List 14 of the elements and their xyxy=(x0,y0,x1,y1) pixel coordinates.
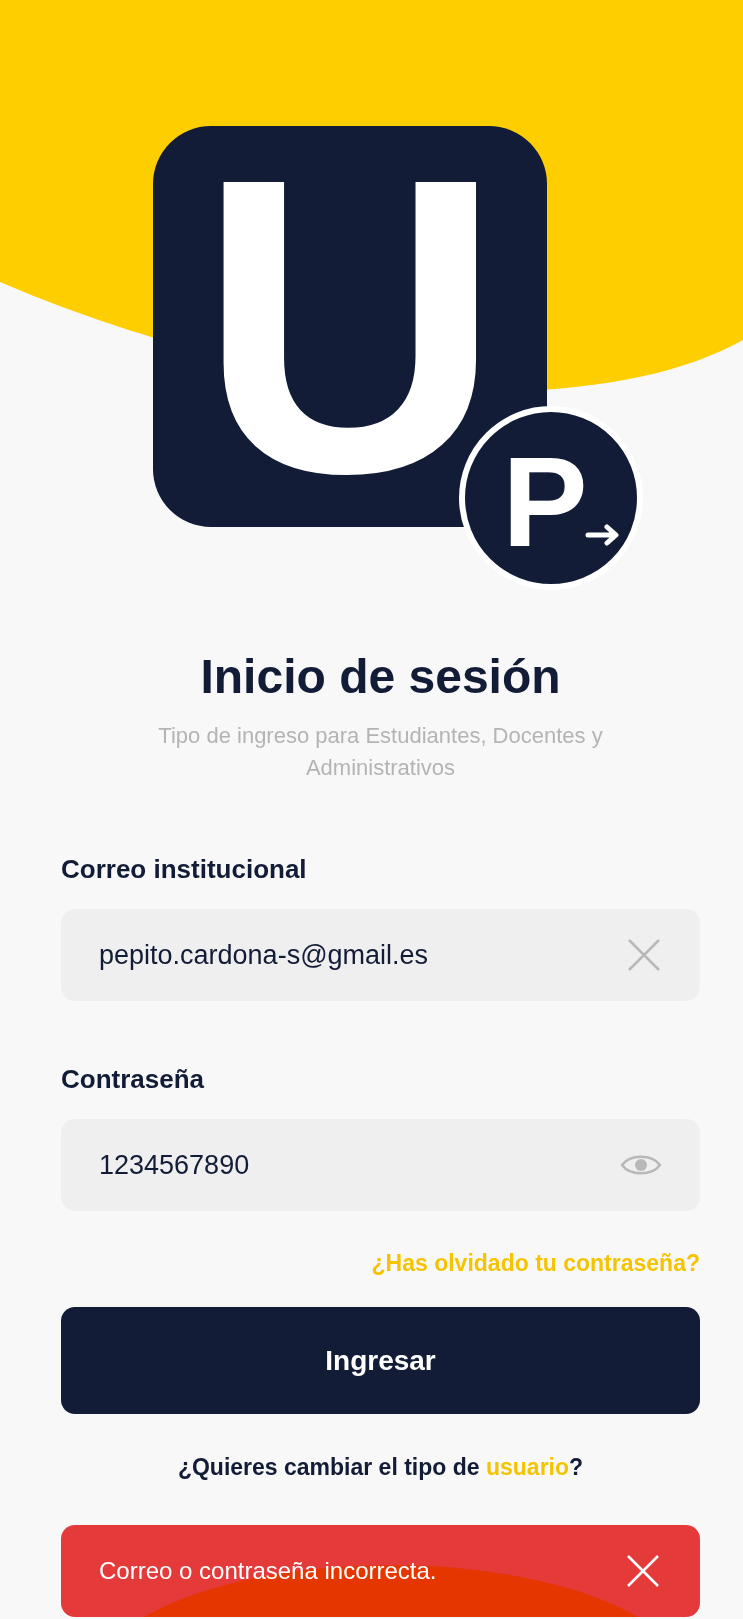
close-icon[interactable] xyxy=(626,1554,660,1588)
password-field[interactable]: 1234567890 xyxy=(61,1119,700,1211)
page-title: Inicio de sesión xyxy=(199,649,562,704)
subtitle: Tipo de ingreso para Estudiantes, Docentes y Administrativos xyxy=(157,722,604,782)
clear-icon[interactable] xyxy=(626,937,662,973)
error-message: Correo o contraseña incorrecta. xyxy=(99,1557,437,1585)
logo-letter: U xyxy=(198,116,502,536)
email-field[interactable]: pepito.cardona-s@gmail.es xyxy=(61,909,700,1001)
logo-badge-letter: P xyxy=(502,438,588,566)
switch-user-text: ¿Quieres cambiar el tipo de usuario? xyxy=(176,1454,585,1481)
login-button[interactable]: Ingresar xyxy=(61,1307,700,1414)
field-label: Correo institucional xyxy=(61,854,308,885)
arrow-icon xyxy=(585,524,621,546)
field-label: Contraseña xyxy=(61,1064,206,1095)
